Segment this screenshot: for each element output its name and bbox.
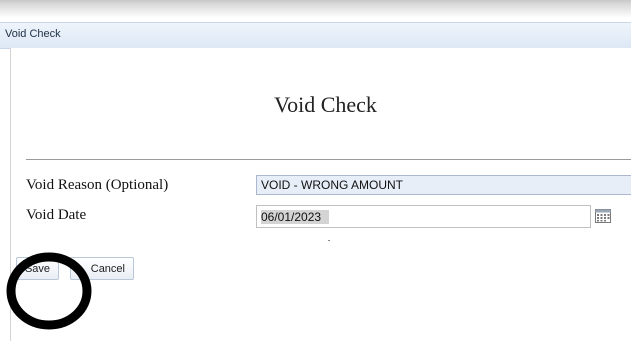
dialog-content: Void Check Void Reason (Optional) Void D… [6,48,631,341]
dialog-titlebar: Void Check [0,22,631,49]
void-date-label: Void Date [26,207,87,223]
divider [26,159,631,160]
cancel-button[interactable]: Cancel [70,257,134,280]
void-reason-input[interactable] [257,176,631,194]
void-reason-label: Void Reason (Optional) [26,177,169,193]
save-button[interactable]: Save [16,257,59,280]
top-shadow [0,0,631,18]
void-date-input[interactable] [257,206,590,227]
calendar-icon[interactable] [595,209,611,223]
void-date-field[interactable] [256,205,591,228]
page-title: Void Check [274,92,377,117]
void-reason-field[interactable] [256,175,631,195]
dialog-title: Void Check [5,28,61,40]
artifact-dot [328,240,330,241]
void-check-dialog: Void Check Void Check Void Reason (Optio… [0,18,631,341]
